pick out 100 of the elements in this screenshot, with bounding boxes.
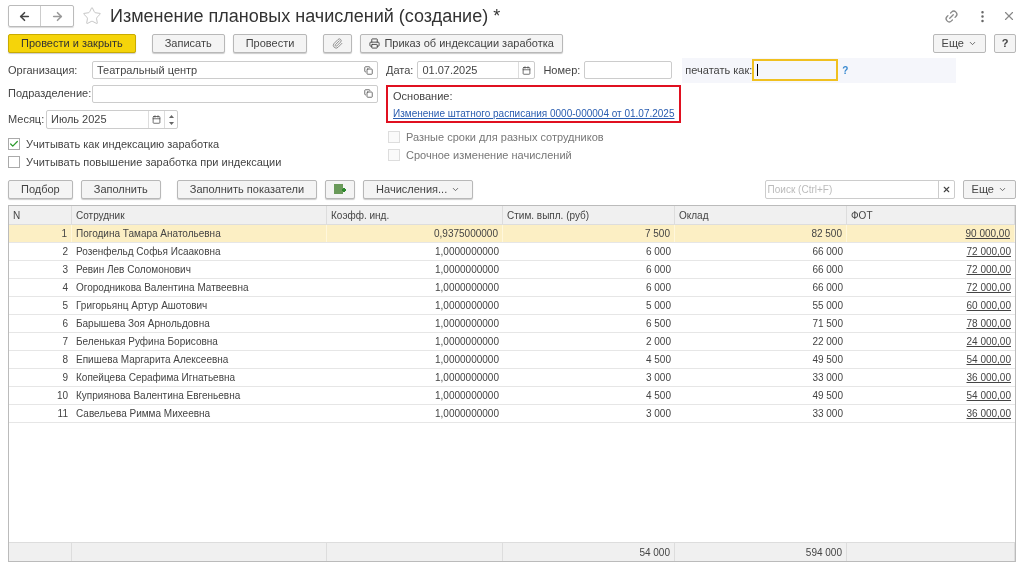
column-header[interactable]: Оклад xyxy=(675,206,847,224)
table-row[interactable]: 2 Розенфельд Софья Исааковна 1,0000000000 6 000 66 000 72 000,00 xyxy=(9,243,1015,261)
table-cell-text: 82 500 xyxy=(811,227,842,241)
help-link[interactable]: ? xyxy=(842,62,849,78)
up-arrow-icon[interactable] xyxy=(168,114,174,118)
checkbox[interactable] xyxy=(8,156,20,168)
number-field[interactable] xyxy=(584,61,673,79)
help-button[interactable]: ? xyxy=(994,33,1016,53)
table-cell-text: 6 xyxy=(62,317,68,331)
table-cell-text: 49 500 xyxy=(812,389,843,403)
calendar-icon[interactable] xyxy=(522,65,532,75)
table-cell-text: 2 000 xyxy=(645,335,671,349)
total-cell-text: 54 000 xyxy=(639,545,670,560)
clear-icon[interactable] xyxy=(941,184,951,194)
table-row[interactable]: 3 Ревин Лев Соломонович 1,0000000000 6 000 66 000 72 000,00 xyxy=(9,261,1015,279)
table-row[interactable]: 1 Погодина Тамара Анатольевна 0,9375000000 7 500 82 500 90 000,00 xyxy=(9,225,1015,243)
payroll-link[interactable]: 72 000,00 xyxy=(966,262,1011,277)
toolbar-button[interactable]: Провести xyxy=(232,33,308,53)
payroll-link[interactable]: 54 000,00 xyxy=(966,388,1011,403)
checkbox[interactable] xyxy=(8,138,20,150)
table-cell-text: 2 xyxy=(62,245,68,259)
toolbar-button[interactable]: Заполнить показатели xyxy=(176,179,318,199)
field-label: Организация: xyxy=(8,62,79,78)
post-and-close-button[interactable]: Провести и закрыть xyxy=(8,33,136,53)
payroll-link[interactable]: 36 000,00 xyxy=(966,370,1011,385)
payroll-link[interactable]: 90 000,00 xyxy=(965,226,1010,241)
add-column-button[interactable] xyxy=(325,179,356,199)
basis-label: Основание: xyxy=(393,88,453,104)
table-row[interactable]: 7 Беленькая Руфина Борисовна 1,0000000000 2 000 22 000 24 000,00 xyxy=(9,333,1015,351)
checkbox-label: Учитывать повышение заработка при индексации xyxy=(26,154,282,170)
table-cell-text: 1,0000000000 xyxy=(435,353,499,367)
more-button[interactable]: Еще xyxy=(932,33,986,53)
table-cell-text: 5 000 xyxy=(645,299,671,313)
table-cell-text: 5 xyxy=(62,299,68,313)
month-field[interactable]: Июль 2025 xyxy=(46,110,178,129)
table-cell-text: 3 000 xyxy=(645,407,671,421)
table-cell-text: Епишева Маргарита Алексеевна xyxy=(76,353,229,367)
table-cell-text: 0,9375000000 xyxy=(434,227,498,241)
payroll-link[interactable]: 24 000,00 xyxy=(966,334,1011,349)
attach-button[interactable] xyxy=(323,33,353,53)
star-icon[interactable] xyxy=(82,6,102,26)
table-row[interactable]: 5 Григорьянц Артур Ашотович 1,0000000000 5 000 55 000 60 000,00 xyxy=(9,297,1015,315)
accruals-menu-button[interactable]: Начисления... xyxy=(363,179,474,199)
table-cell-text: 1,0000000000 xyxy=(435,263,499,277)
table-row[interactable]: 9 Копейцева Серафима Игнатьевна 1,0000000000 3 000 33 000 36 000,00 xyxy=(9,369,1015,387)
table-cell-text: Барышева Зоя Арнольдовна xyxy=(76,317,210,331)
column-header[interactable]: Сотрудник xyxy=(72,206,327,224)
down-arrow-icon[interactable] xyxy=(168,121,174,125)
toolbar-button[interactable]: Записать xyxy=(151,33,225,53)
payroll-link[interactable]: 60 000,00 xyxy=(966,298,1011,313)
close-icon[interactable] xyxy=(1002,9,1016,23)
table-cell-text: 6 000 xyxy=(645,263,671,277)
table-cell-text: 33 000 xyxy=(812,371,843,385)
table-cell-text: 7 xyxy=(62,335,68,349)
date-field[interactable]: 01.07.2025 xyxy=(417,61,536,79)
table-cell-text: Ревин Лев Соломонович xyxy=(76,263,191,277)
table-cell-text: 1,0000000000 xyxy=(435,389,499,403)
basis-link[interactable]: Изменение штатного расписания 0000-000004 от 01.07.2025 xyxy=(393,107,675,121)
table-cell-text: Григорьянц Артур Ашотович xyxy=(76,299,208,313)
print-order-button[interactable]: Приказ об индексации заработка xyxy=(360,33,563,53)
table-cell-text: 66 000 xyxy=(812,245,843,259)
table-cell-text: 9 xyxy=(62,371,68,385)
payroll-link[interactable]: 72 000,00 xyxy=(966,244,1011,259)
table-cell-text: Савельева Римма Михеевна xyxy=(76,407,211,421)
table-cell-text: Беленькая Руфина Борисовна xyxy=(76,335,218,349)
more-button[interactable]: Еще xyxy=(962,179,1016,199)
toolbar-button[interactable]: Подбор xyxy=(8,179,73,199)
organization-field[interactable]: Театральный центр xyxy=(92,61,378,79)
checkbox-label: Учитывать как индексацию заработка xyxy=(26,136,220,152)
table-cell-text: 1,0000000000 xyxy=(435,245,499,259)
payroll-link[interactable]: 54 000,00 xyxy=(966,352,1011,367)
table-cell-text: 6 500 xyxy=(645,317,671,331)
column-header[interactable]: Стим. выпл. (руб) xyxy=(503,206,675,224)
table-cell-text: 66 000 xyxy=(812,263,843,277)
payroll-link[interactable]: 72 000,00 xyxy=(966,280,1011,295)
column-header[interactable]: N xyxy=(9,206,72,224)
print-as-field[interactable] xyxy=(752,59,839,81)
table-row[interactable]: 10 Куприянова Валентина Евгеньевна 1,0000000000 4 500 49 500 54 000,00 xyxy=(9,387,1015,405)
table-cell-text: Огородникова Валентина Матвеевна xyxy=(76,281,249,295)
payroll-link[interactable]: 36 000,00 xyxy=(966,406,1011,421)
table-cell-text: 33 000 xyxy=(812,407,843,421)
column-header[interactable]: Коэфф. инд. xyxy=(327,206,503,224)
table-row[interactable]: 6 Барышева Зоя Арнольдовна 1,0000000000 6 500 71 500 78 000,00 xyxy=(9,315,1015,333)
column-header[interactable]: ФОТ xyxy=(847,206,1015,224)
table-cell-text: 11 xyxy=(57,407,68,421)
table-row[interactable]: 4 Огородникова Валентина Матвеевна 1,0000000000 6 000 66 000 72 000,00 xyxy=(9,279,1015,297)
department-field[interactable] xyxy=(92,84,378,103)
table-cell-text: 1,0000000000 xyxy=(435,281,499,295)
payroll-link[interactable]: 78 000,00 xyxy=(966,316,1011,331)
table-cell-text: 1 xyxy=(61,227,67,241)
printer-icon xyxy=(369,37,381,49)
table-cell-text: 49 500 xyxy=(812,353,843,367)
table-row[interactable]: 8 Епишева Маргарита Алексеевна 1,0000000000 4 500 49 500 54 000,00 xyxy=(9,351,1015,369)
field-label: Подразделение: xyxy=(8,86,92,102)
window-title: Изменение плановых начислений (создание) * xyxy=(110,4,501,28)
table-row[interactable]: 11 Савельева Римма Михеевна 1,0000000000 3 000 33 000 36 000,00 xyxy=(9,405,1015,423)
calendar-icon[interactable] xyxy=(152,115,161,124)
toolbar-button[interactable]: Заполнить xyxy=(80,179,161,199)
left-arrow-icon xyxy=(18,9,31,23)
table-cell-text: 4 500 xyxy=(645,353,671,367)
